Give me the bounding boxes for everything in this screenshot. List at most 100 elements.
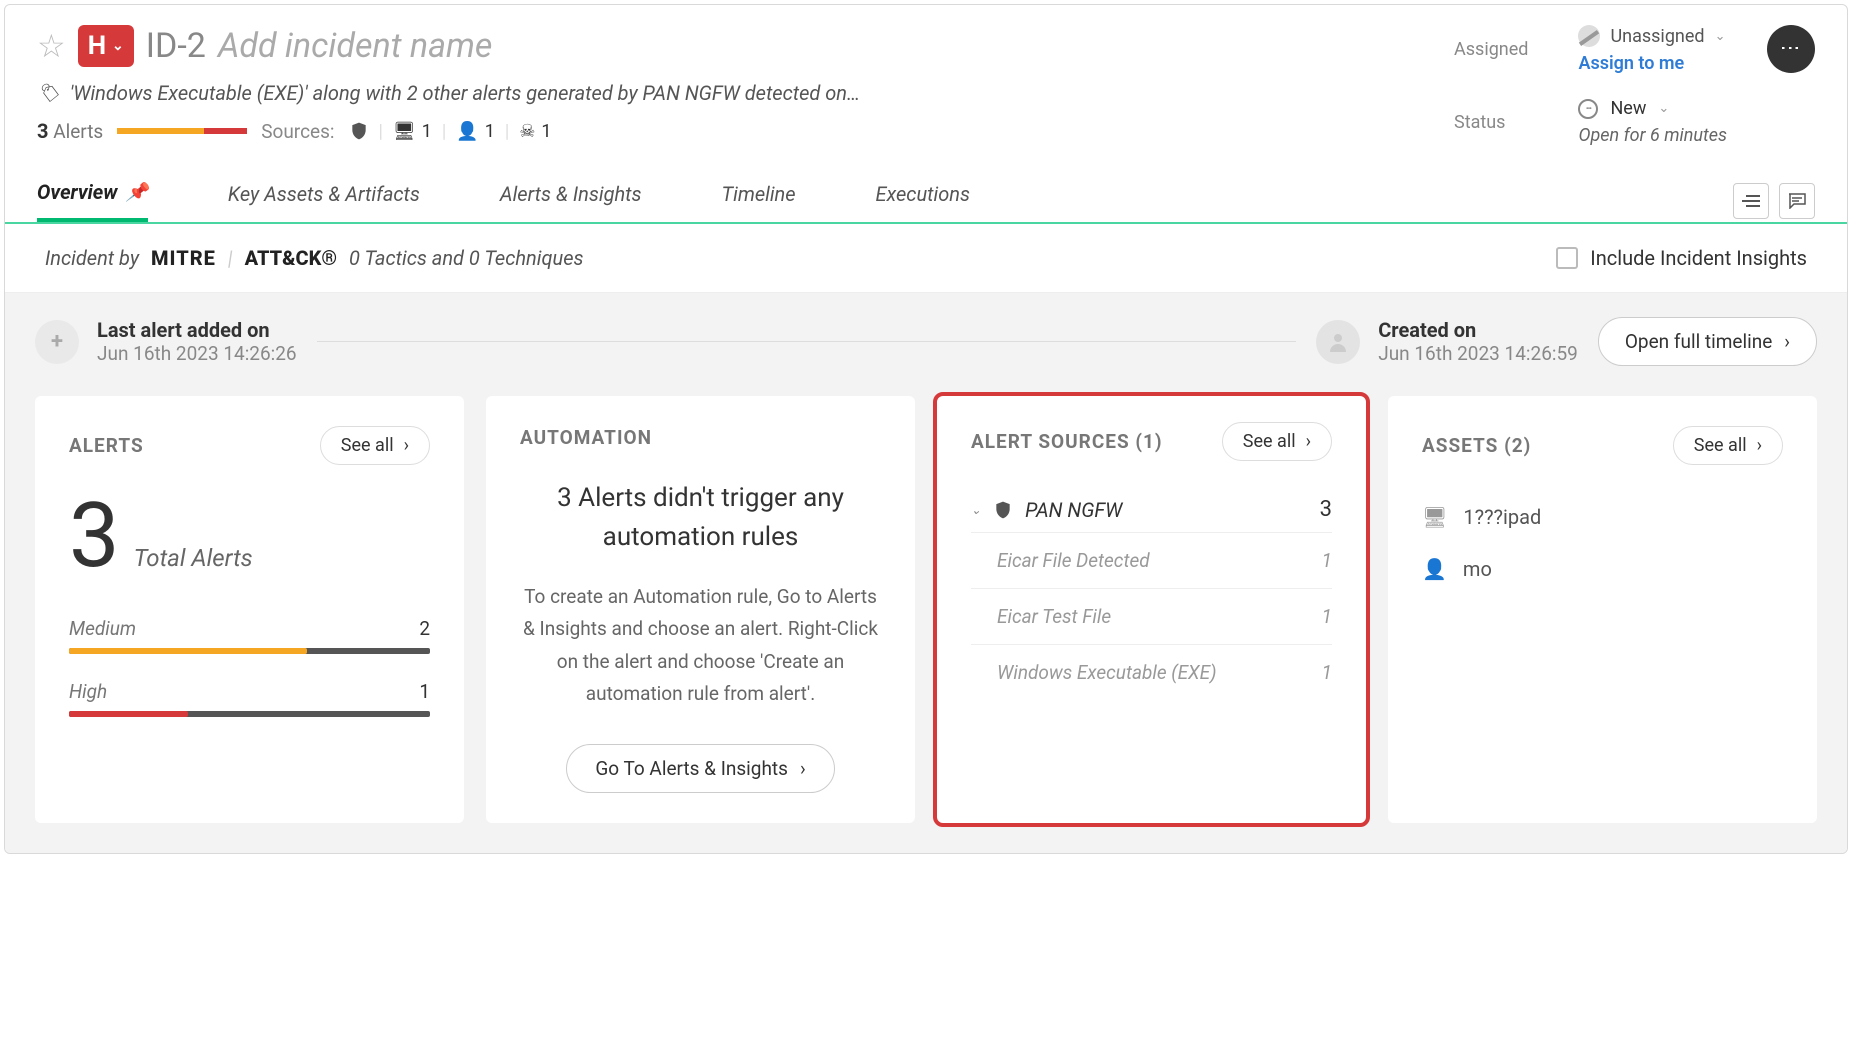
status-value-block: ••• New ⌄ Open for 6 minutes <box>1578 98 1727 146</box>
favorite-star-icon[interactable]: ☆ <box>37 27 66 65</box>
timeline-last-alert: + Last alert added on Jun 16th 2023 14:2… <box>35 318 297 365</box>
header-right: Assigned Unassigned ⌄ Assign to me Statu… <box>1454 25 1815 146</box>
alerts-card-title: ALERTS <box>69 434 144 457</box>
chevron-right-icon: › <box>404 435 409 456</box>
tab-alerts-insights[interactable]: Alerts & Insights <box>500 182 642 220</box>
chevron-down-icon: ⌄ <box>971 503 981 517</box>
last-alert-label: Last alert added on <box>97 318 297 342</box>
source-child-count: 1 <box>1322 661 1332 684</box>
incident-description: 'Windows Executable (EXE)' along with 2 … <box>70 81 860 105</box>
incident-id: ID-2 <box>146 26 206 66</box>
description-row: 🏷 'Windows Executable (EXE)' along with … <box>37 81 1454 105</box>
tab-key-assets[interactable]: Key Assets & Artifacts <box>228 182 420 220</box>
tab-overview[interactable]: Overview 📌 <box>37 180 148 222</box>
incident-page: ☆ H ⌄ ID-2 Add incident name 🏷 'Windows … <box>4 4 1848 854</box>
source-child-row[interactable]: Windows Executable (EXE) 1 <box>971 644 1332 700</box>
mitre-logo: MITRE <box>151 246 216 270</box>
asset-name: 1???ipad <box>1463 505 1541 529</box>
source-child-name: Windows Executable (EXE) <box>997 661 1217 684</box>
layout-toggle-button[interactable] <box>1733 183 1769 219</box>
user-icon: 👤 <box>456 121 478 142</box>
assigned-value: Unassigned ⌄ Assign to me <box>1578 25 1727 74</box>
source-child-count: 1 <box>1322 549 1332 572</box>
severity-badge[interactable]: H ⌄ <box>78 25 134 67</box>
add-timeline-entry-button[interactable]: + <box>35 320 79 364</box>
chevron-right-icon: › <box>1784 330 1790 353</box>
cards-row: ALERTS See all › 3 Total Alerts Medium2 … <box>35 396 1817 823</box>
attack-logo: ATT&CK® <box>245 246 337 270</box>
timeline-line <box>317 341 1297 342</box>
severity-rows: Medium2 High1 <box>69 617 430 717</box>
asset-row[interactable]: 🖥1???ipad <box>1422 491 1783 543</box>
timeline-summary-row: + Last alert added on Jun 16th 2023 14:2… <box>35 317 1817 366</box>
alert-sources-title: ALERT SOURCES (1) <box>971 430 1163 453</box>
automation-card-title: AUTOMATION <box>520 426 881 449</box>
chevron-right-icon: › <box>1757 435 1762 456</box>
alerts-see-all-button[interactable]: See all › <box>320 426 430 465</box>
title-row: ☆ H ⌄ ID-2 Add incident name <box>37 25 1454 67</box>
align-right-icon <box>1742 194 1760 208</box>
severity-bar <box>69 648 430 654</box>
chevron-right-icon: › <box>800 757 806 780</box>
assign-to-me-link[interactable]: Assign to me <box>1578 53 1727 74</box>
incident-header: ☆ H ⌄ ID-2 Add incident name 🏷 'Windows … <box>5 5 1847 156</box>
last-alert-date: Jun 16th 2023 14:26:26 <box>97 342 297 365</box>
alert-sources-see-all-button[interactable]: See all › <box>1222 422 1332 461</box>
source-child-count: 1 <box>1322 605 1332 628</box>
automation-headline: 3 Alerts didn't trigger any automation r… <box>520 479 881 557</box>
status-dropdown[interactable]: ••• New ⌄ <box>1578 98 1727 119</box>
open-duration: Open for 6 minutes <box>1578 125 1727 146</box>
shield-icon <box>349 121 369 141</box>
timeline-created: Created on Jun 16th 2023 14:26:59 <box>1316 318 1578 365</box>
mitre-stats: 0 Tactics and 0 Techniques <box>349 246 583 270</box>
threat-icon: ☠ <box>519 121 535 142</box>
asset-row[interactable]: 👤 mo <box>1422 543 1783 595</box>
include-insights-toggle[interactable]: Include Incident Insights <box>1556 246 1807 270</box>
incident-name-input[interactable]: Add incident name <box>218 26 493 66</box>
host-icon: 🖥 <box>393 121 416 142</box>
severity-count: 2 <box>419 617 430 640</box>
asset-rows: 🖥1???ipad 👤 mo <box>1422 491 1783 595</box>
created-date: Jun 16th 2023 14:26:59 <box>1378 342 1578 365</box>
alerts-total: 3 Total Alerts <box>69 491 430 581</box>
tab-executions[interactable]: Executions <box>876 182 970 220</box>
creator-avatar-icon <box>1316 320 1360 364</box>
open-full-timeline-button[interactable]: Open full timeline › <box>1598 317 1817 366</box>
tabs-row: Overview 📌 Key Assets & Artifacts Alerts… <box>5 156 1847 224</box>
severity-letter: H <box>88 31 106 61</box>
mitre-left: Incident by MITRE | ATT&CK® 0 Tactics an… <box>45 246 584 270</box>
created-label: Created on <box>1378 318 1578 342</box>
chevron-right-icon: › <box>1306 431 1311 452</box>
alerts-total-label: Total Alerts <box>134 544 253 572</box>
source-child-row[interactable]: Eicar File Detected 1 <box>971 532 1332 588</box>
assigned-dropdown[interactable]: Unassigned ⌄ <box>1578 25 1727 47</box>
unassigned-avatar-icon <box>1578 25 1600 47</box>
comment-icon <box>1788 193 1806 209</box>
severity-label: Medium <box>69 617 136 640</box>
chevron-down-icon: ⌄ <box>112 38 124 54</box>
user-icon: 👤 <box>1422 557 1447 581</box>
asset-name: mo <box>1463 557 1492 581</box>
chevron-down-icon: ⌄ <box>1715 29 1726 44</box>
assets-card-title: ASSETS (2) <box>1422 434 1531 457</box>
sources-label: Sources: <box>261 120 334 143</box>
severity-bar <box>69 711 430 717</box>
go-to-alerts-insights-button[interactable]: Go To Alerts & Insights › <box>566 744 834 793</box>
mitre-bar: Incident by MITRE | ATT&CK® 0 Tactics an… <box>5 224 1847 293</box>
source-parent-row[interactable]: ⌄ PAN NGFW 3 <box>971 487 1332 532</box>
assets-see-all-button[interactable]: See all › <box>1673 426 1783 465</box>
more-actions-button[interactable]: ⋮ <box>1767 25 1815 73</box>
tabs-actions <box>1733 183 1815 219</box>
alerts-total-number: 3 <box>69 491 120 581</box>
alerts-card: ALERTS See all › 3 Total Alerts Medium2 … <box>35 396 464 823</box>
checkbox-icon <box>1556 247 1578 269</box>
automation-description: To create an Automation rule, Go to Aler… <box>520 581 881 710</box>
source-child-row[interactable]: Eicar Test File1 <box>971 588 1332 644</box>
tab-timeline[interactable]: Timeline <box>722 182 796 220</box>
tag-icon: 🏷 <box>37 83 60 104</box>
comments-button[interactable] <box>1779 183 1815 219</box>
assigned-label: Assigned <box>1454 39 1528 60</box>
status-circle-icon: ••• <box>1578 99 1598 119</box>
source-child-name: Eicar File Detected <box>997 549 1150 572</box>
severity-row: Medium 2 <box>69 617 430 654</box>
